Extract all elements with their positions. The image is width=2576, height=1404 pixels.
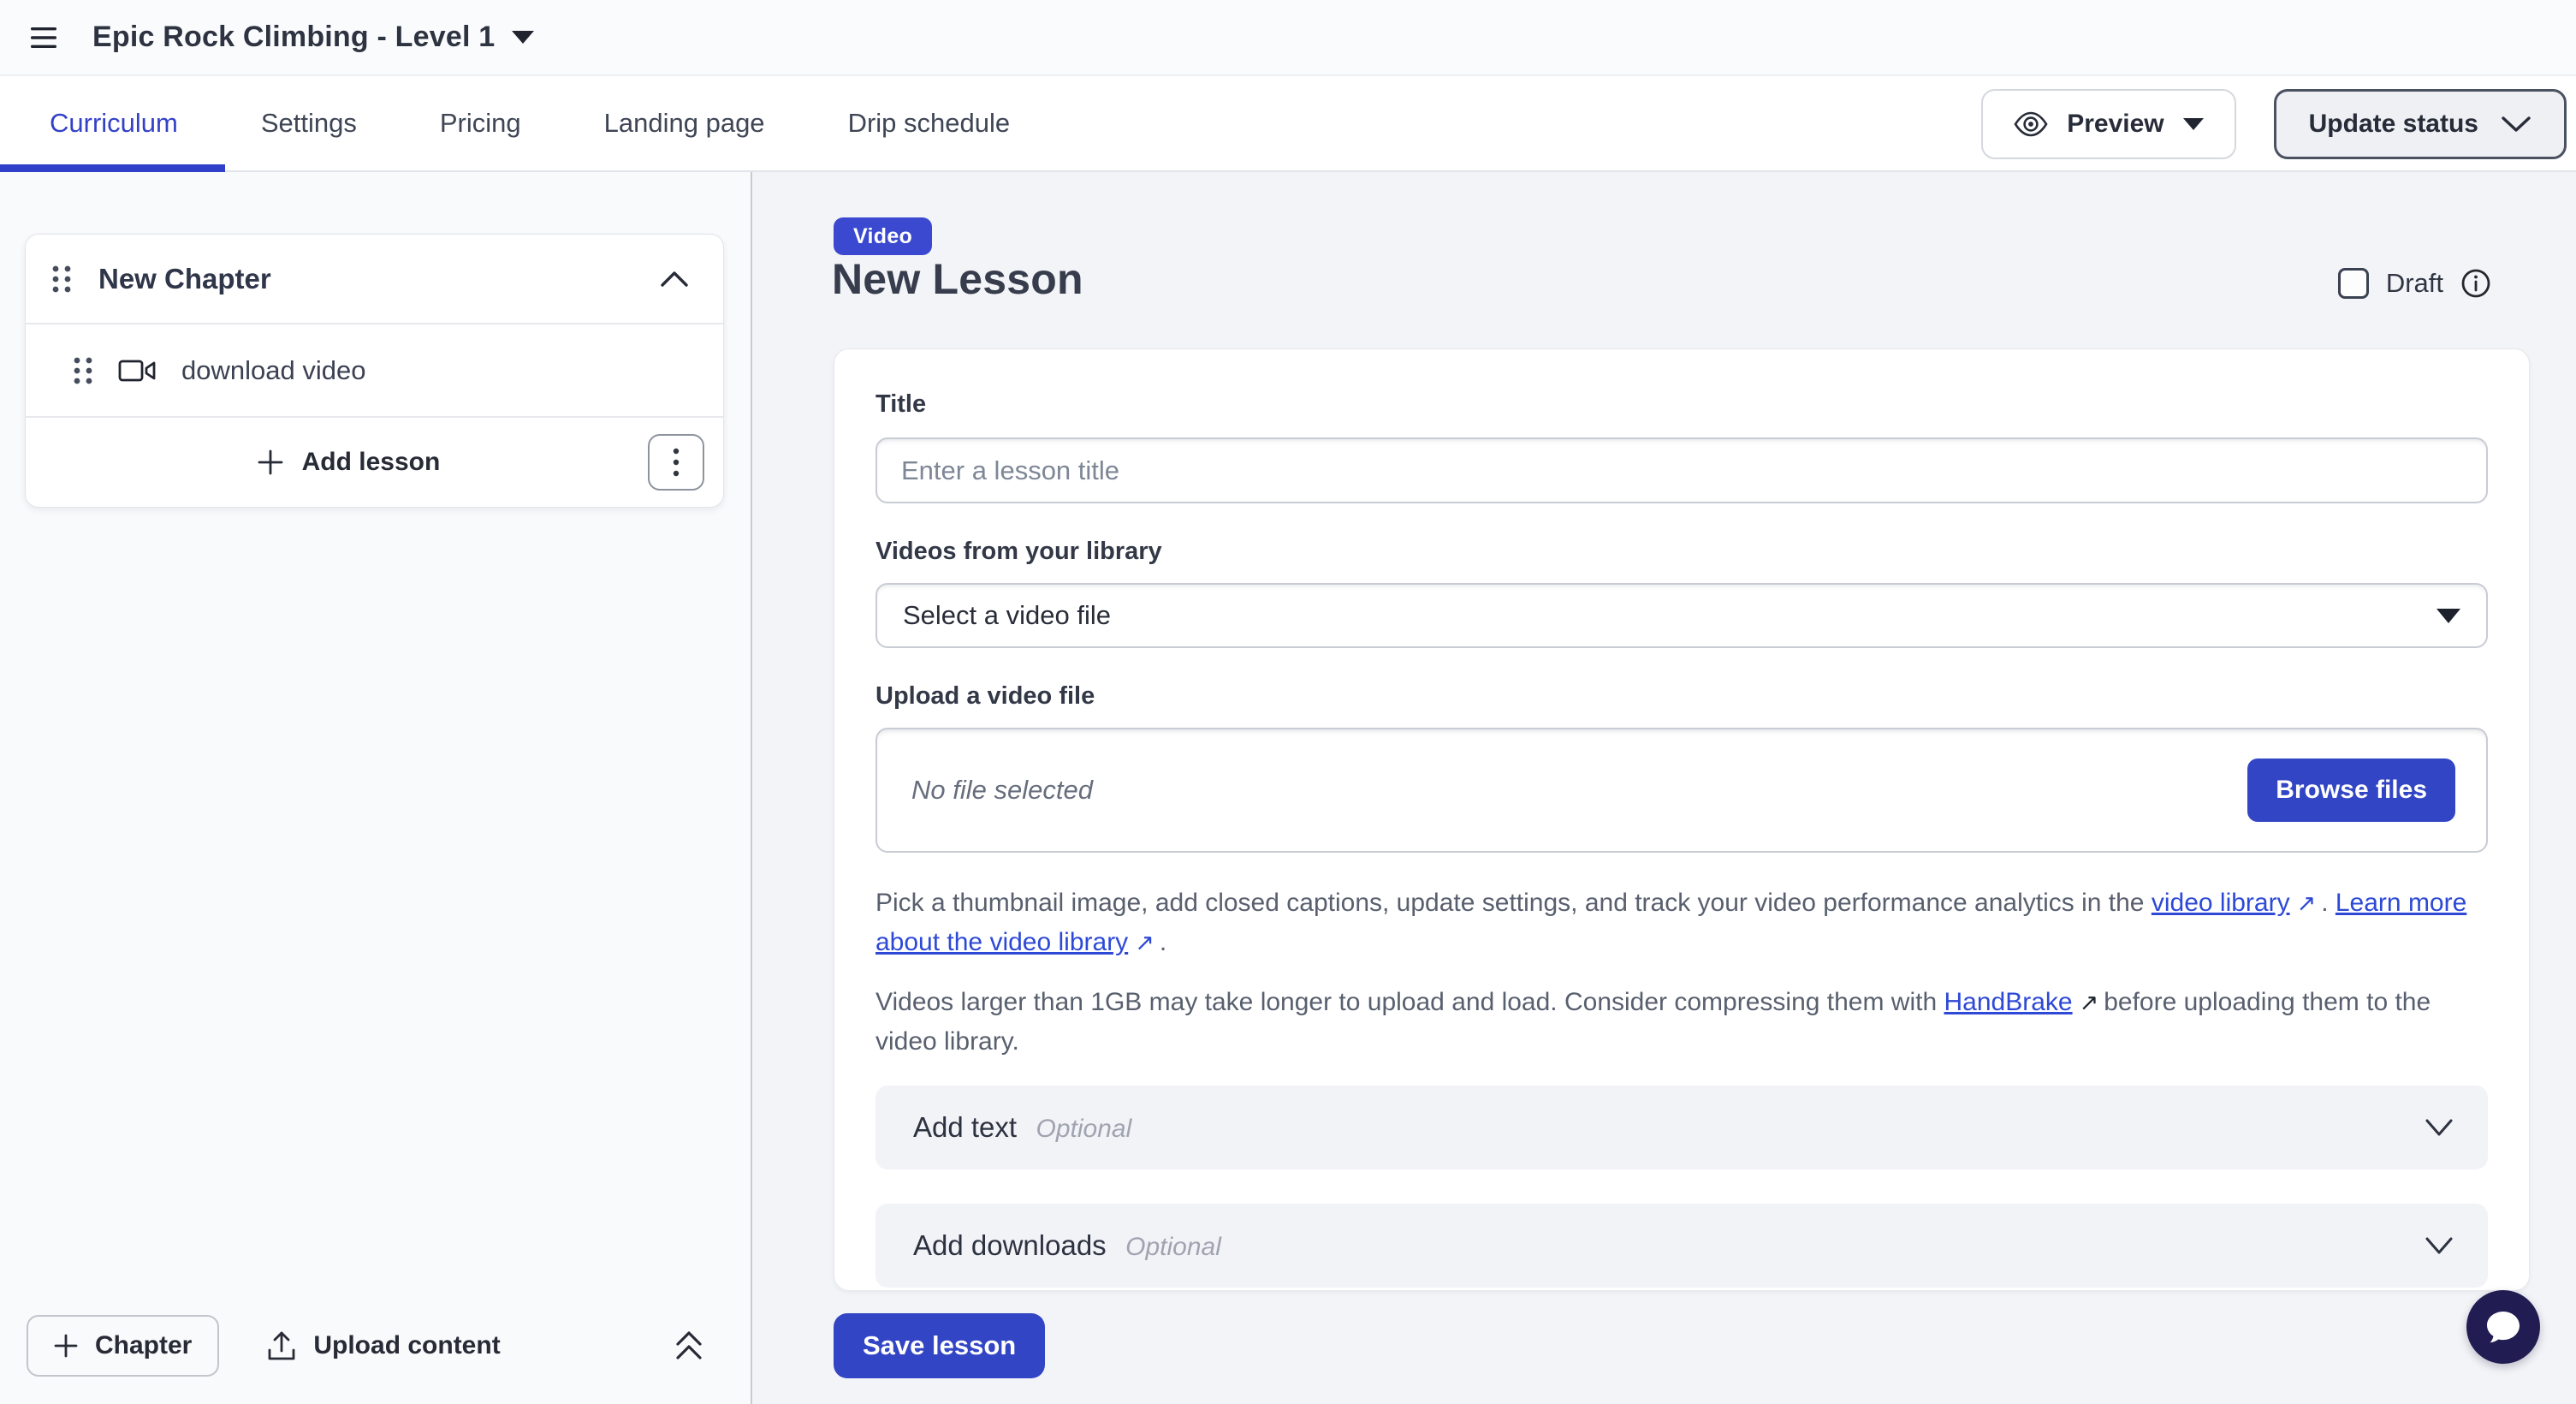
add-text-label: Add text xyxy=(913,1111,1017,1143)
preview-button[interactable]: Preview xyxy=(1981,89,2235,159)
chevron-down-icon xyxy=(2425,1118,2454,1137)
draft-toggle-group: Draft xyxy=(2338,268,2491,299)
lesson-row-download-video[interactable]: download video xyxy=(26,324,723,416)
tab-drip-schedule[interactable]: Drip schedule xyxy=(848,108,1011,139)
draft-checkbox[interactable] xyxy=(2338,268,2369,299)
lesson-editor-main: Video New Lesson Draft Title Videos from… xyxy=(754,172,2576,1404)
top-bar: Epic Rock Climbing - Level 1 xyxy=(0,0,2576,75)
tab-pricing[interactable]: Pricing xyxy=(440,108,521,139)
add-text-section[interactable]: Add text Optional xyxy=(875,1086,2488,1169)
course-dropdown-caret-icon[interactable] xyxy=(512,31,534,44)
update-status-label: Update status xyxy=(2309,110,2478,139)
add-downloads-title-group: Add downloads Optional xyxy=(913,1229,1221,1262)
plus-icon xyxy=(258,449,283,475)
upload-content-button[interactable]: Upload content xyxy=(267,1330,500,1361)
no-file-text: No file selected xyxy=(911,775,1093,806)
tab-settings[interactable]: Settings xyxy=(261,108,357,139)
kebab-icon xyxy=(673,447,680,478)
upload-field-label: Upload a video file xyxy=(875,682,2488,711)
tab-curriculum[interactable]: Curriculum xyxy=(50,108,178,139)
add-downloads-section[interactable]: Add downloads Optional xyxy=(875,1204,2488,1288)
page-title: New Lesson xyxy=(832,254,1083,304)
collapse-all-chevrons-icon[interactable] xyxy=(675,1330,703,1362)
chevron-down-icon xyxy=(2501,115,2531,134)
upload-icon xyxy=(267,1330,296,1361)
update-status-button[interactable]: Update status xyxy=(2274,89,2567,159)
chat-bubble-icon xyxy=(2484,1308,2523,1346)
add-downloads-label: Add downloads xyxy=(913,1229,1107,1261)
external-link-icon: ↗ xyxy=(1135,930,1154,955)
eye-icon xyxy=(2014,111,2048,137)
chapter-header-row[interactable]: New Chapter xyxy=(26,235,723,323)
add-text-title-group: Add text Optional xyxy=(913,1111,1131,1144)
help-text-segment: Pick a thumbnail image, add closed capti… xyxy=(875,889,2152,917)
lesson-form-card: Title Videos from your library Select a … xyxy=(834,348,2530,1291)
optional-label: Optional xyxy=(1036,1115,1132,1143)
add-chapter-button[interactable]: Chapter xyxy=(27,1315,219,1377)
tab-bar: Curriculum Settings Pricing Landing page… xyxy=(0,76,2576,172)
lesson-type-badge: Video xyxy=(834,217,932,255)
drag-handle-icon[interactable] xyxy=(72,354,94,388)
active-tab-underline xyxy=(0,164,225,172)
tab-bar-actions: Preview Update status xyxy=(1981,76,2567,172)
video-file-select[interactable]: Select a video file xyxy=(875,583,2488,648)
compression-help-text: Videos larger than 1GB may take longer t… xyxy=(875,983,2488,1062)
hamburger-menu-icon[interactable] xyxy=(31,27,56,49)
library-field-label: Videos from your library xyxy=(875,538,2488,566)
external-link-icon: ↗ xyxy=(2080,990,2099,1015)
select-caret-icon xyxy=(2437,609,2460,623)
lesson-label: download video xyxy=(181,355,365,386)
preview-caret-icon xyxy=(2183,118,2204,130)
add-chapter-label: Chapter xyxy=(95,1331,192,1360)
chapter-card: New Chapter xyxy=(25,234,724,508)
lesson-title-input[interactable] xyxy=(875,437,2488,503)
help-text-segment: . xyxy=(1160,928,1166,956)
add-lesson-button[interactable]: Add lesson xyxy=(258,448,441,477)
chat-widget-button[interactable] xyxy=(2466,1290,2540,1364)
preview-button-label: Preview xyxy=(2067,110,2163,139)
chapter-collapse-chevron-icon[interactable] xyxy=(660,271,689,288)
save-lesson-button[interactable]: Save lesson xyxy=(834,1313,1045,1378)
plus-icon xyxy=(54,1334,78,1358)
sidebar-footer: Chapter Upload content xyxy=(27,1315,703,1377)
tab-landing-page[interactable]: Landing page xyxy=(604,108,765,139)
help-text-segment: Videos larger than 1GB may take longer t… xyxy=(875,988,1944,1016)
add-lesson-row: Add lesson xyxy=(26,418,723,507)
upload-content-label: Upload content xyxy=(313,1331,500,1360)
video-camera-icon xyxy=(118,358,156,384)
drag-handle-icon[interactable] xyxy=(50,262,73,296)
chapter-title[interactable]: New Chapter xyxy=(98,263,271,295)
help-text-segment: . xyxy=(2321,889,2336,917)
curriculum-sidebar: New Chapter xyxy=(0,172,752,1404)
video-library-link[interactable]: video library xyxy=(2152,889,2290,917)
optional-label: Optional xyxy=(1125,1233,1221,1261)
file-dropzone[interactable]: No file selected Browse files xyxy=(875,728,2488,853)
handbrake-link[interactable]: HandBrake xyxy=(1944,988,2073,1016)
course-title[interactable]: Epic Rock Climbing - Level 1 xyxy=(92,21,495,54)
draft-label: Draft xyxy=(2386,268,2443,299)
tab-list: Curriculum Settings Pricing Landing page… xyxy=(0,108,1010,139)
title-field-label: Title xyxy=(875,390,2488,419)
add-lesson-label: Add lesson xyxy=(302,448,441,477)
video-library-help-text: Pick a thumbnail image, add closed capti… xyxy=(875,883,2488,962)
video-file-select-value: Select a video file xyxy=(903,600,1111,631)
chevron-down-icon xyxy=(2425,1236,2454,1255)
browse-files-button[interactable]: Browse files xyxy=(2247,759,2455,822)
external-link-icon: ↗ xyxy=(2297,890,2317,916)
info-icon[interactable] xyxy=(2460,268,2491,299)
chapter-menu-button[interactable] xyxy=(648,434,704,491)
